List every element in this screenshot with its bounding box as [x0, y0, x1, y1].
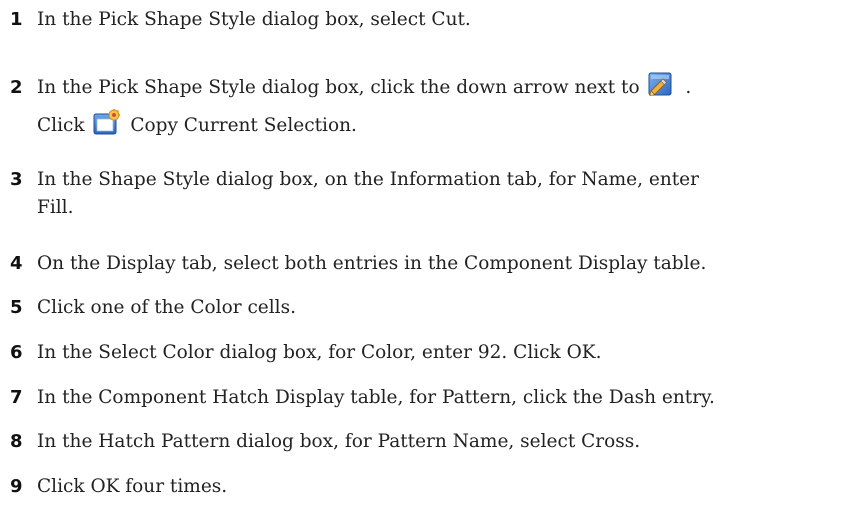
edit-style-icon — [648, 71, 678, 99]
step-text: In the Hatch Pattern dialog box, for Pat… — [37, 431, 641, 452]
step-text: In the Shape Style dialog box, on the In… — [37, 166, 852, 222]
step-text-segment: In the Pick Shape Style dialog box, clic… — [37, 77, 640, 98]
step-text: Click OK four times. — [37, 476, 228, 497]
step-line: Fill. — [37, 197, 74, 218]
step-number: 9 — [10, 476, 23, 497]
step-text-segment: Copy Current Selection. — [130, 115, 357, 136]
step-line: In the Pick Shape Style dialog box, clic… — [37, 70, 852, 106]
step-number: 3 — [10, 169, 23, 190]
step-number: 4 — [10, 253, 23, 274]
step-text-segment: . — [685, 77, 692, 98]
step-text: In the Pick Shape Style dialog box, sele… — [37, 9, 471, 30]
instruction-document: 1 In the Pick Shape Style dialog box, se… — [0, 0, 855, 522]
step-line: Click Copy Current Selection. — [37, 108, 852, 144]
step-number: 8 — [10, 431, 23, 452]
step-number: 7 — [10, 387, 23, 408]
step-number: 1 — [10, 9, 23, 30]
step-number: 6 — [10, 342, 23, 363]
copy-selection-icon — [92, 109, 122, 137]
step-text: On the Display tab, select both entries … — [37, 253, 707, 274]
step-text: In the Pick Shape Style dialog box, clic… — [37, 70, 852, 144]
step-number: 5 — [10, 297, 23, 318]
step-text: In the Component Hatch Display table, fo… — [37, 387, 715, 408]
step-text: In the Select Color dialog box, for Colo… — [37, 342, 602, 363]
step-line: In the Shape Style dialog box, on the In… — [37, 169, 699, 190]
step-number: 2 — [10, 77, 23, 98]
step-text-segment: Click — [37, 115, 85, 136]
step-text: Click one of the Color cells. — [37, 297, 296, 318]
